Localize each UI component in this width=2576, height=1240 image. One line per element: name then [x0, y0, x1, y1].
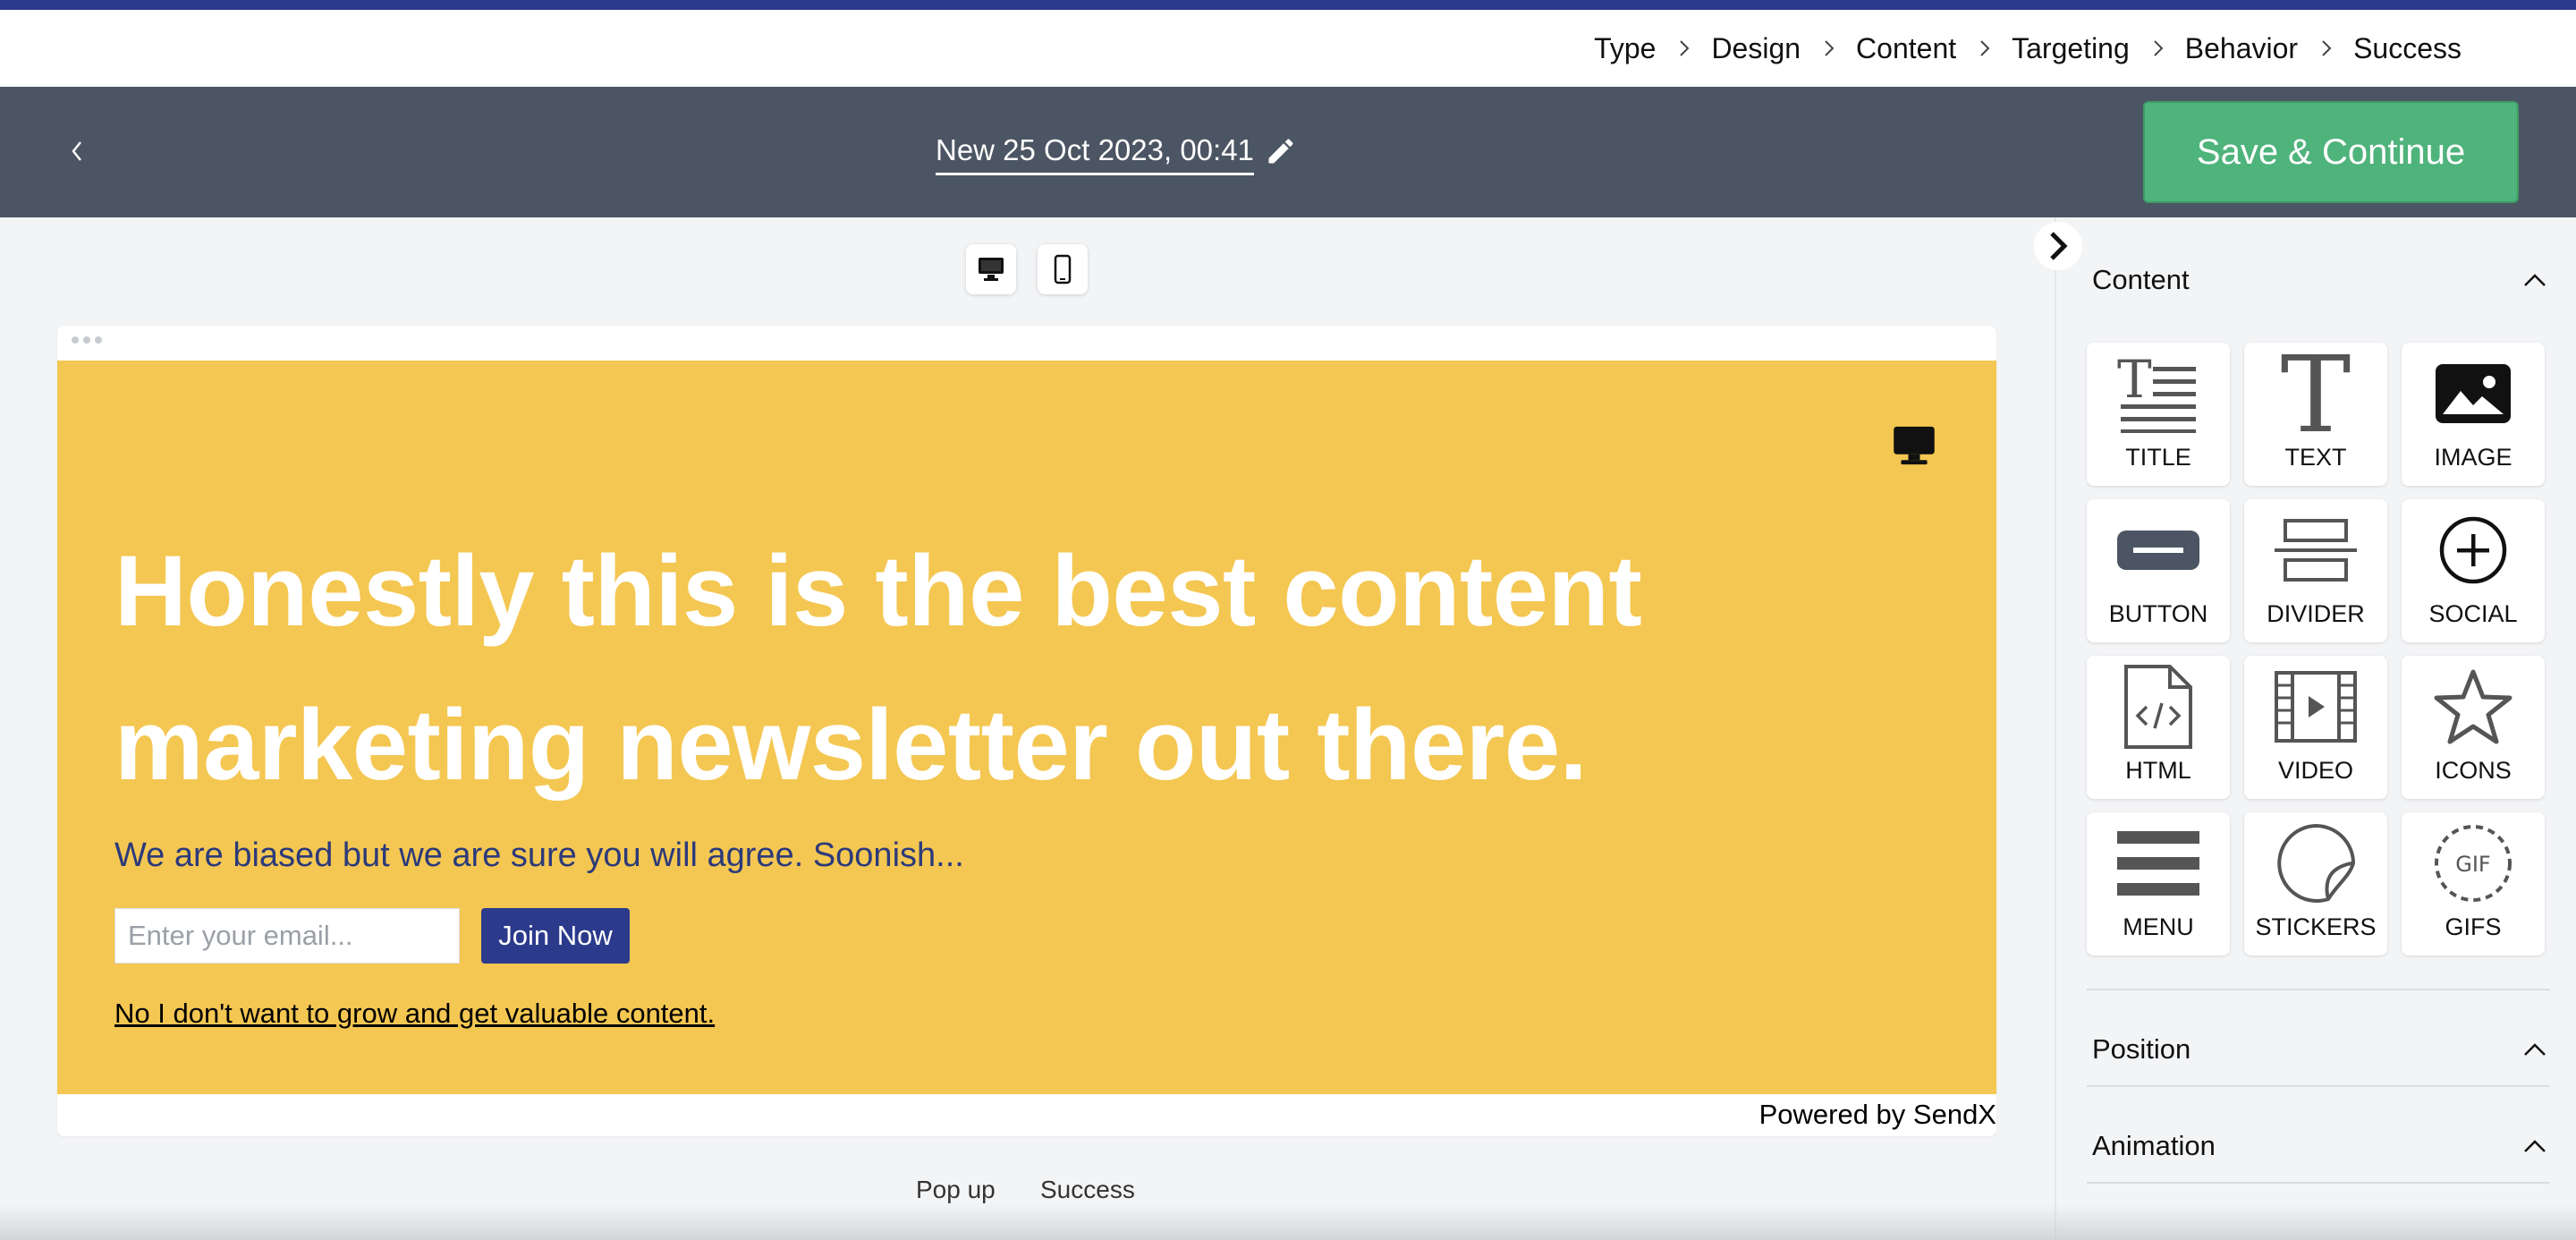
section-divider [2087, 1085, 2550, 1087]
sticker-icon [2277, 823, 2356, 903]
step-content[interactable]: Content [1856, 32, 1956, 65]
html-icon [2124, 665, 2192, 749]
desktop-icon [979, 258, 1004, 281]
headline-line-1: Honestly this is the best content [114, 535, 1642, 647]
tab-popup[interactable]: Pop up [916, 1176, 996, 1204]
tile-label: IMAGE [2434, 444, 2512, 471]
section-divider [2087, 1182, 2550, 1184]
content-section-label: Content [2092, 264, 2190, 295]
tile-label: VIDEO [2277, 757, 2354, 784]
tile-divider[interactable]: DIVIDER [2244, 499, 2387, 642]
collapse-sidebar-button[interactable] [2034, 222, 2082, 270]
step-success[interactable]: Success [2353, 32, 2462, 65]
tile-label: HTML [2125, 757, 2191, 784]
tile-label: GIFS [2445, 913, 2502, 940]
pencil-icon[interactable] [1265, 135, 1297, 167]
tile-video[interactable]: VIDEO [2244, 656, 2387, 799]
chevron-right-icon [2319, 38, 2334, 58]
tile-label: DIVIDER [2267, 600, 2365, 627]
editor-toolbar: New 25 Oct 2023, 00:41 Save & Continue [0, 87, 2576, 217]
element-sidebar: Content T TITLE T TEXT IMAGE BUTTON DIVI… [2055, 217, 2576, 1240]
tile-label: MENU [2123, 913, 2194, 940]
star-icon [2434, 669, 2512, 744]
step-behavior[interactable]: Behavior [2185, 32, 2298, 65]
chevron-up-icon [2524, 1043, 2546, 1056]
chevron-right-icon [1822, 38, 1836, 58]
document-title[interactable]: New 25 Oct 2023, 00:41 [936, 133, 1254, 175]
decline-link[interactable]: No I don't want to grow and get valuable… [114, 998, 715, 1030]
step-behavior-label: Behavior [2184, 31, 2299, 64]
mobile-icon [1054, 254, 1072, 285]
drag-handle[interactable] [72, 336, 102, 344]
step-design-label: Design [1711, 31, 1801, 64]
animation-section-header[interactable]: Animation [2092, 1130, 2548, 1162]
menu-icon [2117, 831, 2199, 896]
wizard-steps: Type Design Content Targeting Behavior S… [0, 10, 2576, 87]
tile-label: BUTTON [2108, 600, 2208, 627]
chevron-right-icon [2151, 38, 2165, 58]
element-tiles-grid: T TITLE T TEXT IMAGE BUTTON DIVIDER SOCI… [2087, 343, 2545, 955]
tile-label: STICKERS [2255, 913, 2377, 940]
mobile-view-button[interactable] [1038, 244, 1088, 294]
step-targeting-label: Targeting [2012, 31, 2130, 64]
top-accent-stripe [0, 0, 2576, 10]
desktop-icon [1894, 426, 1935, 465]
position-section-header[interactable]: Position [2092, 1033, 2548, 1066]
chevron-left-icon [72, 141, 81, 161]
step-type[interactable]: Type [1594, 32, 1656, 65]
title-icon: T [2117, 354, 2196, 433]
section-divider [2087, 989, 2550, 990]
email-input[interactable] [114, 908, 460, 964]
tile-label: SOCIAL [2428, 600, 2518, 627]
chevron-up-icon [2524, 1140, 2546, 1152]
step-success-label: Success [2353, 31, 2462, 64]
tile-html[interactable]: HTML [2087, 656, 2230, 799]
tile-gifs[interactable]: GIF GIFS [2402, 812, 2545, 955]
popup-preview-canvas: Honestly this is the best content market… [57, 326, 1996, 1136]
step-design[interactable]: Design [1711, 32, 1801, 65]
button-icon [2117, 531, 2199, 570]
svg-text:GIF: GIF [2455, 852, 2490, 877]
join-now-button[interactable]: Join Now [481, 908, 630, 964]
image-icon [2436, 364, 2511, 423]
chevron-right-icon [2050, 232, 2068, 260]
content-section-header[interactable]: Content [2092, 264, 2548, 296]
tile-stickers[interactable]: STICKERS [2244, 812, 2387, 955]
bottom-shadow [0, 1204, 2576, 1240]
popup-subtext: We are biased but we are sure you will a… [114, 837, 964, 874]
svg-text:T: T [2281, 349, 2351, 438]
tile-social[interactable]: SOCIAL [2402, 499, 2545, 642]
desktop-view-button[interactable] [966, 244, 1016, 294]
social-icon [2439, 516, 2507, 584]
video-icon [2275, 671, 2357, 743]
tile-text[interactable]: T TEXT [2244, 343, 2387, 486]
chevron-right-icon [1677, 38, 1691, 58]
chevron-right-icon [1978, 38, 1992, 58]
tile-label: TITLE [2125, 444, 2191, 471]
position-section-label: Position [2092, 1033, 2191, 1065]
tile-image[interactable]: IMAGE [2402, 343, 2545, 486]
tile-label: TEXT [2284, 444, 2347, 471]
popup-headline: Honestly this is the best content market… [114, 514, 1814, 822]
svg-text:T: T [2117, 354, 2152, 410]
tile-button[interactable]: BUTTON [2087, 499, 2230, 642]
step-content-label: Content [1856, 31, 1957, 64]
tile-title[interactable]: T TITLE [2087, 343, 2230, 486]
powered-by-label: Powered by SendX [1758, 1099, 1996, 1130]
back-button[interactable] [54, 128, 100, 174]
animation-section-label: Animation [2092, 1130, 2216, 1161]
tile-icons[interactable]: ICONS [2402, 656, 2545, 799]
divider-icon [2275, 519, 2357, 582]
popup-container[interactable]: Honestly this is the best content market… [57, 361, 1996, 1094]
save-continue-button[interactable]: Save & Continue [2143, 101, 2519, 203]
text-icon: T [2281, 349, 2351, 438]
gif-icon: GIF [2435, 825, 2512, 902]
headline-line-2: marketing newsletter out there. [114, 689, 1588, 801]
tile-menu[interactable]: MENU [2087, 812, 2230, 955]
step-type-label: Type [1594, 31, 1657, 64]
step-targeting[interactable]: Targeting [2012, 32, 2130, 65]
tile-label: ICONS [2435, 757, 2512, 784]
chevron-up-icon [2524, 274, 2546, 286]
tab-success[interactable]: Success [1040, 1176, 1135, 1204]
